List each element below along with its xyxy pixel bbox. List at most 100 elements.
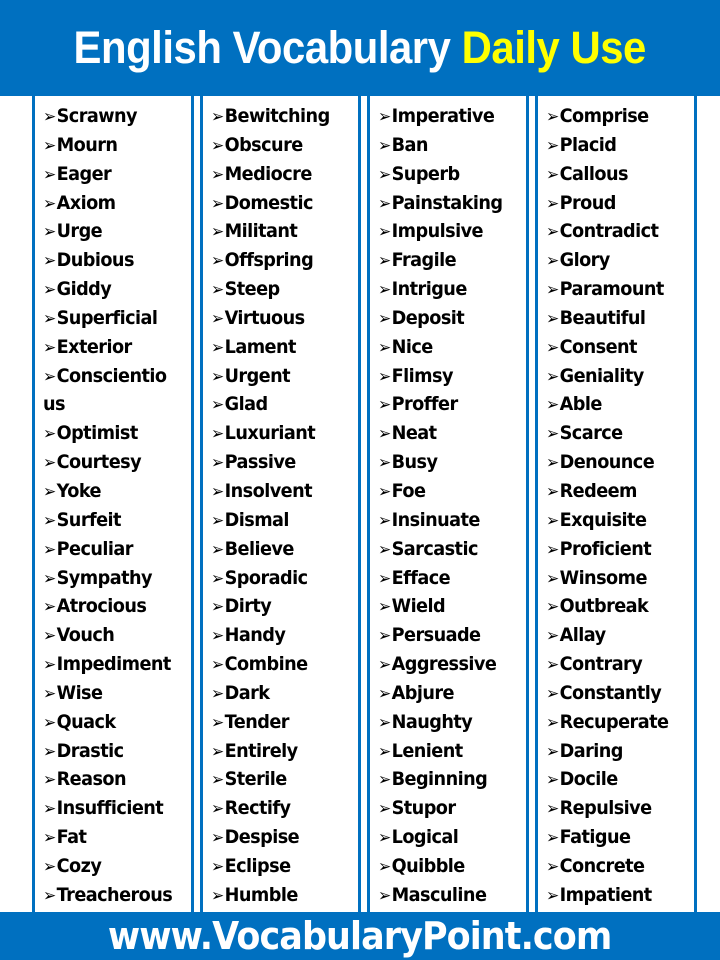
arrow-bullet-icon: ➢ [43, 164, 56, 185]
arrow-bullet-icon: ➢ [378, 308, 391, 329]
arrow-bullet-icon: ➢ [211, 539, 224, 560]
arrow-bullet-icon: ➢ [43, 308, 56, 329]
word-text: Insolvent [224, 479, 313, 502]
word-text: Eclipse [224, 854, 291, 877]
arrow-bullet-icon: ➢ [211, 856, 224, 877]
word-item: ➢Nice [378, 333, 516, 362]
arrow-bullet-icon: ➢ [43, 222, 56, 243]
word-text: Intrigue [391, 278, 468, 301]
arrow-bullet-icon: ➢ [43, 568, 56, 589]
arrow-bullet-icon: ➢ [43, 424, 56, 445]
arrow-bullet-icon: ➢ [211, 568, 224, 589]
arrow-bullet-icon: ➢ [546, 222, 559, 243]
arrow-bullet-icon: ➢ [211, 597, 224, 618]
word-item: ➢Beginning [378, 765, 516, 794]
arrow-bullet-icon: ➢ [211, 799, 224, 820]
arrow-bullet-icon: ➢ [546, 337, 559, 358]
word-item: ➢Denounce [546, 448, 684, 477]
vocabulary-columns: ➢Scrawny ➢Mourn ➢Eager ➢Axiom ➢Urge ➢Dubious ➢… [0, 96, 720, 912]
word-text: Entirely [224, 739, 299, 762]
word-item: ➢Callous [546, 160, 684, 189]
word-text: Peculiar [56, 537, 134, 560]
word-text: Scarce [559, 422, 624, 445]
website-url[interactable]: www.VocabularyPoint.com [108, 914, 612, 958]
word-item: ➢Drastic [43, 737, 181, 766]
word-text: Paramount [559, 278, 665, 301]
arrow-bullet-icon: ➢ [378, 222, 391, 243]
word-text: Quack [56, 710, 117, 733]
word-text: Dirty [224, 595, 272, 618]
word-text: Stupor [391, 797, 456, 820]
word-text: Humble [224, 883, 299, 906]
word-text: Comprise [559, 105, 650, 127]
word-text: Neat [391, 422, 437, 445]
word-text: Vouch [56, 624, 115, 647]
word-text: Reason [56, 768, 127, 791]
word-text: Imperative [391, 105, 495, 127]
word-text: Efface [391, 566, 451, 589]
word-item: ➢Insufficient [43, 794, 181, 823]
word-item: ➢Offspring [211, 246, 348, 275]
word-item: ➢Courtesy [43, 448, 181, 477]
arrow-bullet-icon: ➢ [211, 193, 224, 214]
word-text: Quibble [391, 854, 466, 877]
word-text: Drastic [56, 739, 124, 762]
word-text: Superficial [56, 306, 158, 329]
word-item: ➢Paramount [546, 275, 684, 304]
word-text: Yoke [56, 479, 102, 502]
arrow-bullet-icon: ➢ [43, 107, 56, 127]
word-text: Callous [559, 162, 629, 185]
word-item: ➢Constantly [546, 679, 684, 708]
arrow-bullet-icon: ➢ [211, 280, 224, 301]
arrow-bullet-icon: ➢ [211, 337, 224, 358]
word-text: Sympathy [56, 566, 153, 589]
word-item: ➢Contrary [546, 650, 684, 679]
word-text: Flimsy [391, 364, 454, 387]
word-text: Placid [559, 133, 617, 156]
word-item: ➢Proud [546, 189, 684, 218]
word-text: Surfeit [56, 508, 122, 531]
arrow-bullet-icon: ➢ [43, 655, 56, 676]
arrow-bullet-icon: ➢ [378, 193, 391, 214]
word-item: ➢Impatient [546, 881, 684, 910]
word-item: ➢Conscientio [43, 362, 181, 391]
arrow-bullet-icon: ➢ [378, 164, 391, 185]
word-item: ➢Giddy [43, 275, 181, 304]
arrow-bullet-icon: ➢ [211, 770, 224, 791]
arrow-bullet-icon: ➢ [546, 510, 559, 531]
word-text: Fragile [391, 249, 457, 272]
arrow-bullet-icon: ➢ [211, 222, 224, 243]
word-item: ➢Mourn [43, 131, 181, 160]
word-item: ➢Daring [546, 737, 684, 766]
word-item: ➢Dark [211, 679, 348, 708]
word-item: ➢Passive [211, 448, 348, 477]
word-item: ➢Lament [211, 333, 348, 362]
word-text: Offspring [224, 249, 314, 272]
arrow-bullet-icon: ➢ [43, 193, 56, 214]
word-text: Foe [391, 479, 426, 502]
word-text: Winsome [559, 566, 648, 589]
word-text: Beginning [391, 768, 488, 791]
word-item: us [43, 390, 181, 419]
word-item: ➢Exquisite [546, 506, 684, 535]
arrow-bullet-icon: ➢ [546, 856, 559, 877]
word-item: ➢Axiom [43, 189, 181, 218]
word-item: ➢Insolvent [211, 477, 348, 506]
word-item: ➢Virtuous [211, 304, 348, 333]
word-item: ➢Quibble [378, 852, 516, 881]
word-text: Dubious [56, 249, 135, 272]
word-item: ➢Superb [378, 160, 516, 189]
word-text: Urgent [224, 364, 291, 387]
word-item: ➢Entirely [211, 737, 348, 766]
arrow-bullet-icon: ➢ [546, 741, 559, 762]
arrow-bullet-icon: ➢ [378, 135, 391, 156]
arrow-bullet-icon: ➢ [546, 626, 559, 647]
word-text: Concrete [559, 854, 645, 877]
word-text: Contrary [559, 653, 643, 676]
word-text: Painstaking [391, 191, 503, 214]
arrow-bullet-icon: ➢ [546, 885, 559, 906]
arrow-bullet-icon: ➢ [378, 337, 391, 358]
word-item: ➢Impediment [43, 650, 181, 679]
word-text: Lenient [391, 739, 464, 762]
word-item: ➢Imperative [378, 102, 516, 131]
